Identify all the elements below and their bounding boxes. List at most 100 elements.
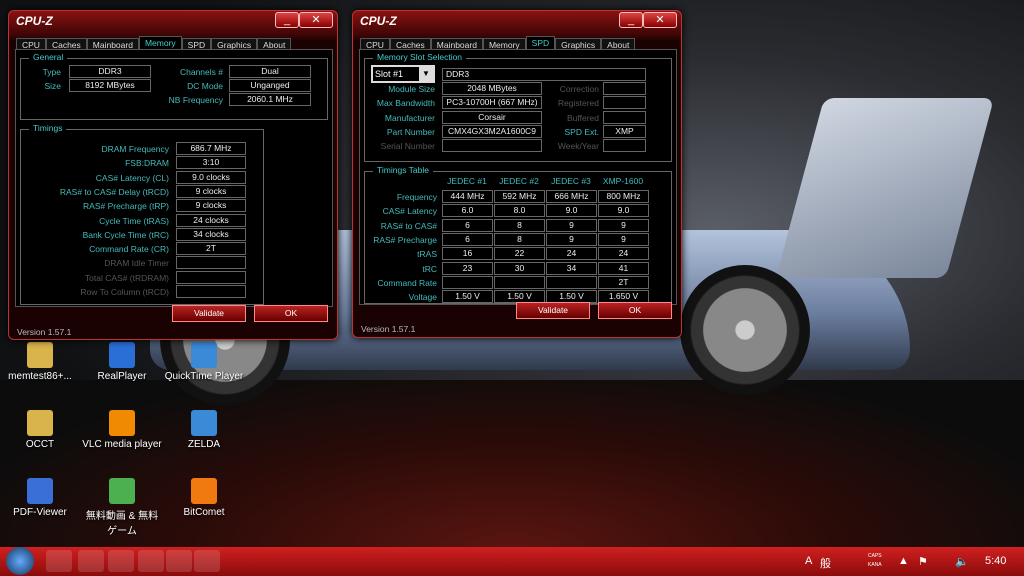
ie-taskbar-icon[interactable] [46, 550, 72, 572]
app-icon [191, 410, 217, 436]
desktop-icon-label: BitComet [183, 507, 225, 518]
general-value: Dual [229, 65, 311, 78]
close-button[interactable]: ✕ [643, 12, 677, 28]
timing-label: Total CAS# (tRDRAM) [84, 272, 169, 283]
general-value: 8192 MBytes [69, 79, 151, 92]
row-label: RAS# Precharge [373, 234, 437, 245]
tab-panel: Memory Slot Selection Slot #1 ▼ DDR3 Module … [359, 49, 677, 305]
app-icon [191, 342, 217, 368]
desktop-icon-label: OCCT [25, 439, 55, 450]
desktop-icon[interactable]: RealPlayer [82, 342, 162, 382]
desktop-icon[interactable]: OCCT [0, 410, 80, 450]
timing-cell: 22 [494, 247, 545, 261]
cpuz-taskbar-icon[interactable] [194, 550, 220, 572]
general-title: General [29, 52, 68, 62]
desktop-icon-label: VLC media player [82, 439, 162, 450]
timing-label: Row To Column (tRCD) [80, 287, 169, 297]
clock[interactable]: 5:40 [985, 555, 1006, 567]
validate-button[interactable]: Validate [172, 305, 246, 322]
app-taskbar-icon[interactable] [138, 550, 164, 572]
timing-cell: 800 MHz [598, 190, 649, 203]
spd-value [603, 110, 646, 124]
spd-value: CMX4GX3M2A1600C9 [442, 124, 542, 138]
timing-cell [494, 275, 545, 289]
spd-label: Buffered [567, 112, 599, 123]
desktop-icon[interactable]: BitComet [164, 478, 244, 518]
column-header: JEDEC #3 [551, 176, 591, 186]
wallpaper-wheel [680, 265, 810, 395]
general-label: Size [44, 81, 61, 91]
row-label: Voltage [408, 292, 437, 303]
desktop-icon[interactable]: ZELDA [164, 410, 244, 450]
spd-value: Corsair [442, 110, 542, 124]
timing-label: DRAM Frequency [101, 144, 169, 154]
slot-select[interactable]: Slot #1 ▼ [371, 65, 435, 83]
desktop-icon-label: QuickTime Player [164, 371, 244, 382]
desktop-icon[interactable]: 無料動画 & 無料ゲーム [82, 478, 162, 537]
ok-button[interactable]: OK [254, 305, 328, 322]
timing-cell: 6 [442, 218, 493, 232]
general-group: General Type DDR3 Size 8192 MBytes Channels #… [20, 52, 328, 120]
timing-value: 686.7 MHz [176, 142, 246, 155]
timing-cell: 9.0 [598, 204, 649, 218]
column-header: XMP-1600 [602, 176, 644, 186]
timing-cell: 24 [598, 247, 649, 261]
validate-button[interactable]: Validate [516, 302, 590, 319]
desktop-icon-label: ZELDA [187, 439, 221, 450]
start-button[interactable] [6, 547, 34, 575]
desktop-icon[interactable]: QuickTime Player [164, 342, 244, 382]
general-value: Unganged [229, 79, 311, 92]
timing-cell [546, 275, 597, 289]
column-header: JEDEC #2 [499, 176, 539, 186]
timing-cell: 6.0 [442, 204, 493, 218]
timing-cell: 444 MHz [442, 190, 493, 203]
row-label: Frequency [396, 192, 437, 202]
taskbar: A 般 CAPS KANA ▲ ⚑ 🔈 5:40 [0, 547, 1024, 576]
flag-icon[interactable]: ⚑ [918, 555, 928, 568]
timing-cell: 8.0 [494, 204, 545, 218]
timing-label: DRAM Idle Timer [104, 258, 169, 269]
ime-mode[interactable]: A [805, 555, 812, 567]
desktop-icon[interactable]: VLC media player [82, 410, 162, 450]
minimize-button[interactable]: _ [619, 12, 643, 28]
timing-cell: 9.0 [546, 204, 597, 218]
spd-value: PC3-10700H (667 MHz) [442, 96, 542, 110]
timing-cell: 9 [598, 232, 649, 246]
ime-kanji[interactable]: 般 [820, 555, 831, 571]
app-icon [109, 342, 135, 368]
spd-label: Part Number [386, 126, 435, 137]
column-header: JEDEC #1 [447, 176, 487, 186]
minimize-button[interactable]: _ [275, 12, 299, 28]
spd-value: 2048 MBytes [442, 82, 542, 95]
spd-label: Week/Year [557, 141, 599, 152]
ok-button[interactable]: OK [598, 302, 672, 319]
timing-cell: 2T [598, 275, 649, 289]
timings-title: Timings [29, 123, 67, 133]
spd-label: SPD Ext. [564, 126, 599, 137]
media-player-taskbar-icon[interactable] [108, 550, 134, 572]
timing-cell: 9 [546, 232, 597, 246]
timing-cell: 23 [442, 261, 493, 275]
timing-value [176, 270, 246, 284]
timings-table-group: Timings Table JEDEC #1 JEDEC #2 JEDEC #3 XMP… [364, 165, 672, 304]
chevron-down-icon[interactable]: ▼ [419, 67, 433, 81]
desktop-icon-label: 無料動画 & 無料ゲーム [85, 511, 159, 537]
general-value: DDR3 [69, 65, 151, 78]
general-label: DC Mode [187, 81, 223, 91]
volume-icon[interactable]: 🔈 [955, 555, 969, 568]
timing-cell: 1.50 V [442, 290, 493, 304]
spd-label: Serial Number [380, 141, 435, 152]
desktop-icon[interactable]: memtest86+... [0, 342, 80, 382]
slot-group-title: Memory Slot Selection [373, 52, 467, 62]
show-hidden-icons[interactable]: ▲ [898, 555, 909, 567]
timing-cell: 30 [494, 261, 545, 275]
close-button[interactable]: ✕ [299, 12, 333, 28]
app-taskbar-icon[interactable] [166, 550, 192, 572]
timing-value: 9.0 clocks [176, 170, 246, 184]
desktop-icon[interactable]: PDF-Viewer [0, 478, 80, 518]
explorer-taskbar-icon[interactable] [78, 550, 104, 572]
app-icon [109, 410, 135, 436]
timing-value: 34 clocks [176, 227, 246, 241]
memory-type-value: DDR3 [442, 68, 646, 81]
app-icon [109, 478, 135, 504]
